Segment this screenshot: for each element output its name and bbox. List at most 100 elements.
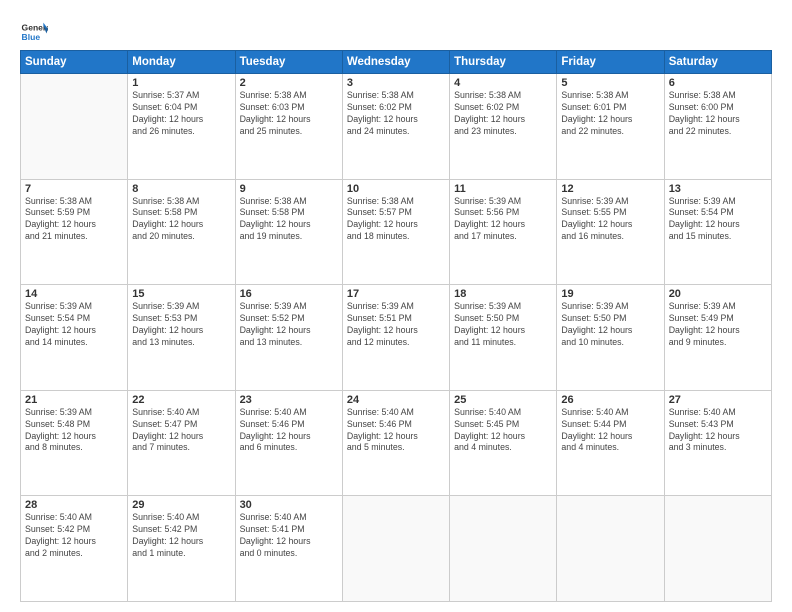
day-info: Sunrise: 5:38 AM Sunset: 5:58 PM Dayligh…: [132, 196, 230, 244]
day-number: 21: [25, 394, 123, 406]
day-number: 19: [561, 288, 659, 300]
day-info: Sunrise: 5:40 AM Sunset: 5:42 PM Dayligh…: [25, 512, 123, 560]
col-header-wednesday: Wednesday: [342, 51, 449, 74]
day-number: 13: [669, 183, 767, 195]
day-info: Sunrise: 5:40 AM Sunset: 5:43 PM Dayligh…: [669, 407, 767, 455]
calendar-cell: [664, 496, 771, 602]
day-info: Sunrise: 5:39 AM Sunset: 5:54 PM Dayligh…: [25, 301, 123, 349]
calendar-cell: 4Sunrise: 5:38 AM Sunset: 6:02 PM Daylig…: [450, 74, 557, 180]
calendar-cell: 24Sunrise: 5:40 AM Sunset: 5:46 PM Dayli…: [342, 390, 449, 496]
day-info: Sunrise: 5:38 AM Sunset: 6:00 PM Dayligh…: [669, 90, 767, 138]
logo-icon: General Blue: [20, 18, 48, 46]
day-info: Sunrise: 5:39 AM Sunset: 5:52 PM Dayligh…: [240, 301, 338, 349]
day-info: Sunrise: 5:40 AM Sunset: 5:42 PM Dayligh…: [132, 512, 230, 560]
day-number: 18: [454, 288, 552, 300]
calendar-cell: 22Sunrise: 5:40 AM Sunset: 5:47 PM Dayli…: [128, 390, 235, 496]
day-info: Sunrise: 5:38 AM Sunset: 5:58 PM Dayligh…: [240, 196, 338, 244]
calendar-cell: 9Sunrise: 5:38 AM Sunset: 5:58 PM Daylig…: [235, 179, 342, 285]
calendar-cell: 27Sunrise: 5:40 AM Sunset: 5:43 PM Dayli…: [664, 390, 771, 496]
day-number: 17: [347, 288, 445, 300]
calendar-cell: 30Sunrise: 5:40 AM Sunset: 5:41 PM Dayli…: [235, 496, 342, 602]
day-info: Sunrise: 5:38 AM Sunset: 5:59 PM Dayligh…: [25, 196, 123, 244]
calendar-cell: [21, 74, 128, 180]
day-info: Sunrise: 5:40 AM Sunset: 5:44 PM Dayligh…: [561, 407, 659, 455]
day-info: Sunrise: 5:37 AM Sunset: 6:04 PM Dayligh…: [132, 90, 230, 138]
calendar-week-row: 7Sunrise: 5:38 AM Sunset: 5:59 PM Daylig…: [21, 179, 772, 285]
day-number: 8: [132, 183, 230, 195]
day-number: 29: [132, 499, 230, 511]
calendar-cell: 1Sunrise: 5:37 AM Sunset: 6:04 PM Daylig…: [128, 74, 235, 180]
col-header-thursday: Thursday: [450, 51, 557, 74]
day-number: 3: [347, 77, 445, 89]
page: General Blue SundayMondayTuesdayWednesda…: [0, 0, 792, 612]
day-info: Sunrise: 5:39 AM Sunset: 5:50 PM Dayligh…: [454, 301, 552, 349]
day-info: Sunrise: 5:39 AM Sunset: 5:56 PM Dayligh…: [454, 196, 552, 244]
day-number: 27: [669, 394, 767, 406]
svg-text:Blue: Blue: [22, 32, 41, 42]
calendar-cell: 18Sunrise: 5:39 AM Sunset: 5:50 PM Dayli…: [450, 285, 557, 391]
day-number: 7: [25, 183, 123, 195]
calendar-week-row: 21Sunrise: 5:39 AM Sunset: 5:48 PM Dayli…: [21, 390, 772, 496]
calendar-cell: 20Sunrise: 5:39 AM Sunset: 5:49 PM Dayli…: [664, 285, 771, 391]
day-number: 12: [561, 183, 659, 195]
day-info: Sunrise: 5:39 AM Sunset: 5:53 PM Dayligh…: [132, 301, 230, 349]
calendar-cell: 6Sunrise: 5:38 AM Sunset: 6:00 PM Daylig…: [664, 74, 771, 180]
col-header-sunday: Sunday: [21, 51, 128, 74]
logo: General Blue: [20, 18, 48, 46]
calendar-cell: 15Sunrise: 5:39 AM Sunset: 5:53 PM Dayli…: [128, 285, 235, 391]
day-number: 20: [669, 288, 767, 300]
day-info: Sunrise: 5:40 AM Sunset: 5:41 PM Dayligh…: [240, 512, 338, 560]
day-number: 5: [561, 77, 659, 89]
calendar-cell: 7Sunrise: 5:38 AM Sunset: 5:59 PM Daylig…: [21, 179, 128, 285]
day-number: 23: [240, 394, 338, 406]
calendar-week-row: 1Sunrise: 5:37 AM Sunset: 6:04 PM Daylig…: [21, 74, 772, 180]
calendar-header-row: SundayMondayTuesdayWednesdayThursdayFrid…: [21, 51, 772, 74]
calendar-table: SundayMondayTuesdayWednesdayThursdayFrid…: [20, 50, 772, 602]
col-header-saturday: Saturday: [664, 51, 771, 74]
col-header-tuesday: Tuesday: [235, 51, 342, 74]
day-number: 11: [454, 183, 552, 195]
day-number: 26: [561, 394, 659, 406]
calendar-cell: 11Sunrise: 5:39 AM Sunset: 5:56 PM Dayli…: [450, 179, 557, 285]
calendar-cell: [557, 496, 664, 602]
calendar-cell: [342, 496, 449, 602]
day-info: Sunrise: 5:40 AM Sunset: 5:46 PM Dayligh…: [347, 407, 445, 455]
header: General Blue: [20, 18, 772, 46]
calendar-cell: [450, 496, 557, 602]
day-info: Sunrise: 5:38 AM Sunset: 6:01 PM Dayligh…: [561, 90, 659, 138]
calendar-cell: 2Sunrise: 5:38 AM Sunset: 6:03 PM Daylig…: [235, 74, 342, 180]
calendar-cell: 12Sunrise: 5:39 AM Sunset: 5:55 PM Dayli…: [557, 179, 664, 285]
day-info: Sunrise: 5:39 AM Sunset: 5:48 PM Dayligh…: [25, 407, 123, 455]
day-info: Sunrise: 5:39 AM Sunset: 5:50 PM Dayligh…: [561, 301, 659, 349]
day-info: Sunrise: 5:40 AM Sunset: 5:45 PM Dayligh…: [454, 407, 552, 455]
day-info: Sunrise: 5:40 AM Sunset: 5:46 PM Dayligh…: [240, 407, 338, 455]
day-info: Sunrise: 5:39 AM Sunset: 5:55 PM Dayligh…: [561, 196, 659, 244]
calendar-cell: 17Sunrise: 5:39 AM Sunset: 5:51 PM Dayli…: [342, 285, 449, 391]
calendar-cell: 26Sunrise: 5:40 AM Sunset: 5:44 PM Dayli…: [557, 390, 664, 496]
calendar-cell: 28Sunrise: 5:40 AM Sunset: 5:42 PM Dayli…: [21, 496, 128, 602]
day-number: 22: [132, 394, 230, 406]
day-number: 24: [347, 394, 445, 406]
calendar-cell: 23Sunrise: 5:40 AM Sunset: 5:46 PM Dayli…: [235, 390, 342, 496]
calendar-cell: 5Sunrise: 5:38 AM Sunset: 6:01 PM Daylig…: [557, 74, 664, 180]
calendar-cell: 10Sunrise: 5:38 AM Sunset: 5:57 PM Dayli…: [342, 179, 449, 285]
calendar-cell: 14Sunrise: 5:39 AM Sunset: 5:54 PM Dayli…: [21, 285, 128, 391]
col-header-monday: Monday: [128, 51, 235, 74]
calendar-cell: 29Sunrise: 5:40 AM Sunset: 5:42 PM Dayli…: [128, 496, 235, 602]
day-number: 9: [240, 183, 338, 195]
day-number: 16: [240, 288, 338, 300]
day-info: Sunrise: 5:38 AM Sunset: 6:02 PM Dayligh…: [347, 90, 445, 138]
calendar-cell: 13Sunrise: 5:39 AM Sunset: 5:54 PM Dayli…: [664, 179, 771, 285]
calendar-week-row: 28Sunrise: 5:40 AM Sunset: 5:42 PM Dayli…: [21, 496, 772, 602]
day-info: Sunrise: 5:38 AM Sunset: 6:03 PM Dayligh…: [240, 90, 338, 138]
day-info: Sunrise: 5:38 AM Sunset: 5:57 PM Dayligh…: [347, 196, 445, 244]
col-header-friday: Friday: [557, 51, 664, 74]
day-number: 15: [132, 288, 230, 300]
day-number: 2: [240, 77, 338, 89]
day-number: 25: [454, 394, 552, 406]
calendar-cell: 25Sunrise: 5:40 AM Sunset: 5:45 PM Dayli…: [450, 390, 557, 496]
day-info: Sunrise: 5:40 AM Sunset: 5:47 PM Dayligh…: [132, 407, 230, 455]
day-info: Sunrise: 5:39 AM Sunset: 5:49 PM Dayligh…: [669, 301, 767, 349]
day-number: 1: [132, 77, 230, 89]
calendar-cell: 8Sunrise: 5:38 AM Sunset: 5:58 PM Daylig…: [128, 179, 235, 285]
